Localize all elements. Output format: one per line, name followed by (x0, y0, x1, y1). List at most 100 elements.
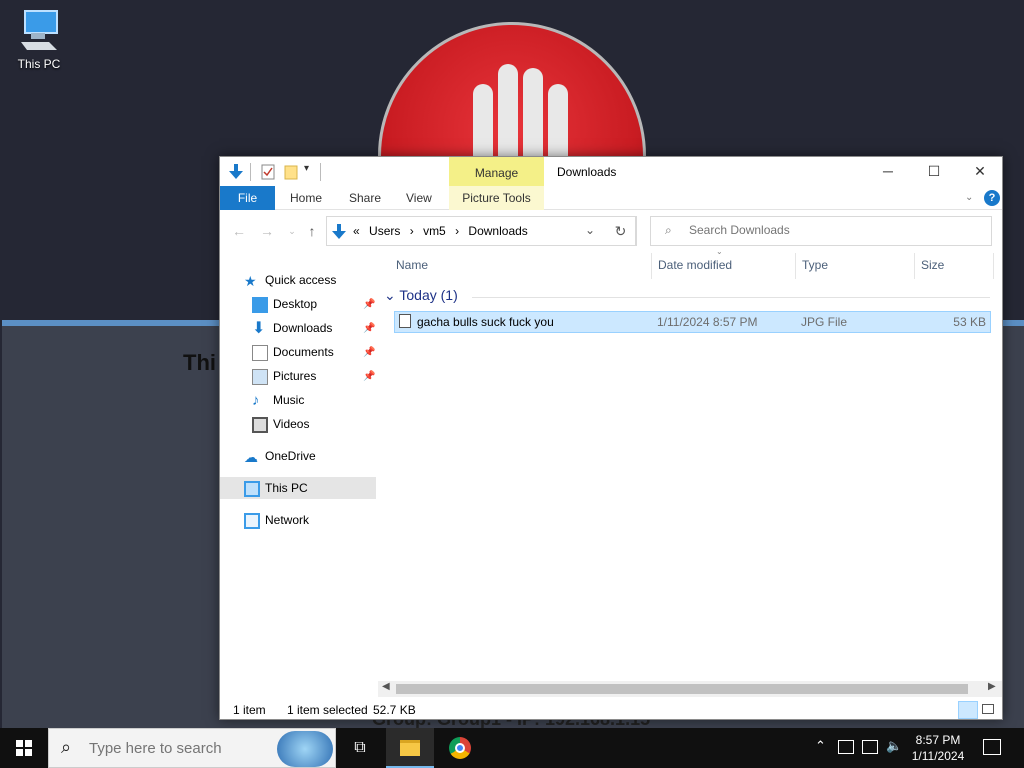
horizontal-scrollbar[interactable]: ◀ ▶ (378, 681, 1002, 697)
desktop-folder-icon (252, 296, 268, 313)
nav-quick-access[interactable]: ★ Quick access (244, 269, 336, 291)
music-icon: ♪ (252, 391, 260, 409)
status-item-count: 1 item (233, 703, 266, 717)
details-view-icon[interactable] (958, 701, 978, 719)
tab-home[interactable]: Home (290, 186, 322, 210)
nav-label: Pictures (273, 369, 317, 383)
window-title: Downloads (557, 165, 617, 179)
table-row[interactable]: gacha bulls suck fuck you 1/11/2024 8:57… (394, 311, 991, 333)
nav-pictures[interactable]: Pictures (252, 365, 316, 387)
refresh-button[interactable]: ↻ (606, 216, 636, 246)
status-bar: 1 item 1 item selected 52.7 KB (220, 699, 1002, 721)
breadcrumb-overflow-icon[interactable]: « (353, 224, 360, 238)
breadcrumb-item[interactable]: vm5 (423, 224, 446, 238)
qat-dropdown-icon[interactable]: ▾ (304, 163, 309, 181)
nav-downloads[interactable]: ⬇ Downloads (252, 317, 332, 339)
nav-label: Quick access (265, 273, 337, 287)
download-arrow-icon[interactable] (228, 163, 244, 181)
desktop-icon-this-pc[interactable]: This PC (10, 8, 68, 71)
computer-icon (244, 480, 260, 497)
column-headers: Name Date modified ⌄ Type Size (378, 247, 998, 283)
nav-videos[interactable]: Videos (252, 413, 309, 435)
scroll-right-icon[interactable]: ▶ (988, 681, 996, 692)
scrollbar-thumb[interactable] (396, 684, 968, 694)
group-divider (472, 297, 990, 298)
file-type: JPG File (801, 315, 848, 329)
download-arrow-icon (332, 224, 346, 239)
back-button[interactable]: ← (229, 221, 249, 241)
properties-icon[interactable] (261, 163, 275, 181)
tab-picture-tools[interactable]: Picture Tools (449, 186, 544, 210)
cloud-icon: ☁ (244, 448, 258, 465)
windows-start-icon[interactable] (0, 728, 48, 768)
star-icon: ★ (244, 272, 257, 289)
taskbar-search[interactable]: ⌕ (48, 728, 336, 768)
title-bar: ▾ Manage Downloads ─ ☐ ✕ (220, 157, 1002, 186)
network-icon (244, 512, 260, 529)
scroll-left-icon[interactable]: ◀ (382, 681, 390, 692)
security-tray-icon[interactable] (838, 740, 854, 754)
chevron-up-icon[interactable]: ⌃ (815, 738, 826, 754)
file-explorer-taskbar-icon[interactable] (386, 728, 434, 768)
nav-label: Music (273, 393, 305, 407)
chevron-down-icon: ⌄ (384, 287, 396, 303)
videos-icon (252, 416, 268, 433)
file-date: 1/11/2024 8:57 PM (657, 315, 758, 329)
minimize-button[interactable]: ─ (865, 157, 911, 186)
clock-time: 8:57 PM (915, 733, 961, 747)
nav-documents[interactable]: Documents (252, 341, 334, 363)
address-bar[interactable]: « Users › vm5 › Downloads ⌄ (326, 216, 637, 246)
nav-label: Desktop (273, 297, 318, 311)
status-size: 52.7 KB (373, 703, 416, 717)
nav-desktop[interactable]: Desktop (252, 293, 378, 315)
search-input[interactable] (689, 223, 979, 237)
column-type[interactable]: Type (802, 258, 828, 272)
pin-icon: 📌 (363, 347, 376, 358)
large-icons-view-icon[interactable] (982, 704, 994, 714)
chrome-taskbar-icon[interactable] (436, 728, 484, 768)
chevron-down-icon[interactable]: ⌄ (585, 223, 595, 237)
tab-manage[interactable]: Manage (449, 157, 544, 186)
status-selected: 1 item selected (287, 703, 368, 717)
task-view-icon[interactable]: ⧉ (336, 728, 384, 768)
nav-network[interactable]: Network (244, 509, 309, 531)
breadcrumb-item[interactable]: Downloads (468, 224, 527, 238)
breadcrumb-item[interactable]: Users (369, 224, 400, 238)
group-header[interactable]: ⌄ Today (1) (384, 287, 458, 304)
nav-label: Downloads (273, 321, 333, 335)
close-button[interactable]: ✕ (957, 157, 1003, 186)
maximize-button[interactable]: ☐ (911, 157, 957, 186)
tab-view[interactable]: View (406, 186, 432, 210)
column-separator (651, 253, 652, 279)
volume-muted-icon[interactable]: 🔈 (886, 738, 902, 754)
nav-onedrive[interactable]: ☁ OneDrive (244, 445, 316, 467)
column-date-modified[interactable]: Date modified (658, 258, 732, 272)
new-folder-icon[interactable] (284, 163, 298, 181)
notifications-icon[interactable] (983, 739, 1001, 755)
up-button[interactable]: ↑ (302, 221, 322, 241)
column-size[interactable]: Size (921, 258, 944, 272)
forward-button[interactable]: → (257, 221, 277, 241)
column-name[interactable]: Name (396, 258, 428, 272)
clock-date: 1/11/2024 (911, 749, 965, 763)
nav-music[interactable]: ♪ Music (252, 389, 304, 411)
help-icon[interactable]: ? (984, 190, 1000, 206)
qat-separator (250, 163, 251, 181)
file-list: Name Date modified ⌄ Type Size ⌄ Today (… (378, 247, 1002, 687)
pin-icon: 📌 (363, 299, 376, 310)
nav-this-pc[interactable]: This PC (220, 477, 376, 499)
column-separator (914, 253, 915, 279)
navigation-row: ← → ⌄ ↑ « Users › vm5 › Downloads ⌄ ↻ ⌕ (220, 215, 1002, 247)
recent-locations-icon[interactable]: ⌄ (282, 221, 302, 241)
nav-label: OneDrive (265, 449, 316, 463)
network-tray-icon[interactable] (862, 740, 878, 754)
sort-indicator-icon: ⌄ (716, 247, 723, 256)
column-separator (795, 253, 796, 279)
tab-file[interactable]: File (220, 186, 275, 210)
tab-share[interactable]: Share (349, 186, 381, 210)
breadcrumb-separator-icon: › (409, 224, 414, 238)
expand-ribbon-icon[interactable]: ⌄ (965, 186, 973, 210)
search-box[interactable]: ⌕ (650, 216, 992, 246)
clock[interactable]: 8:57 PM 1/11/2024 (905, 732, 971, 764)
taskbar-search-input[interactable] (89, 740, 289, 757)
